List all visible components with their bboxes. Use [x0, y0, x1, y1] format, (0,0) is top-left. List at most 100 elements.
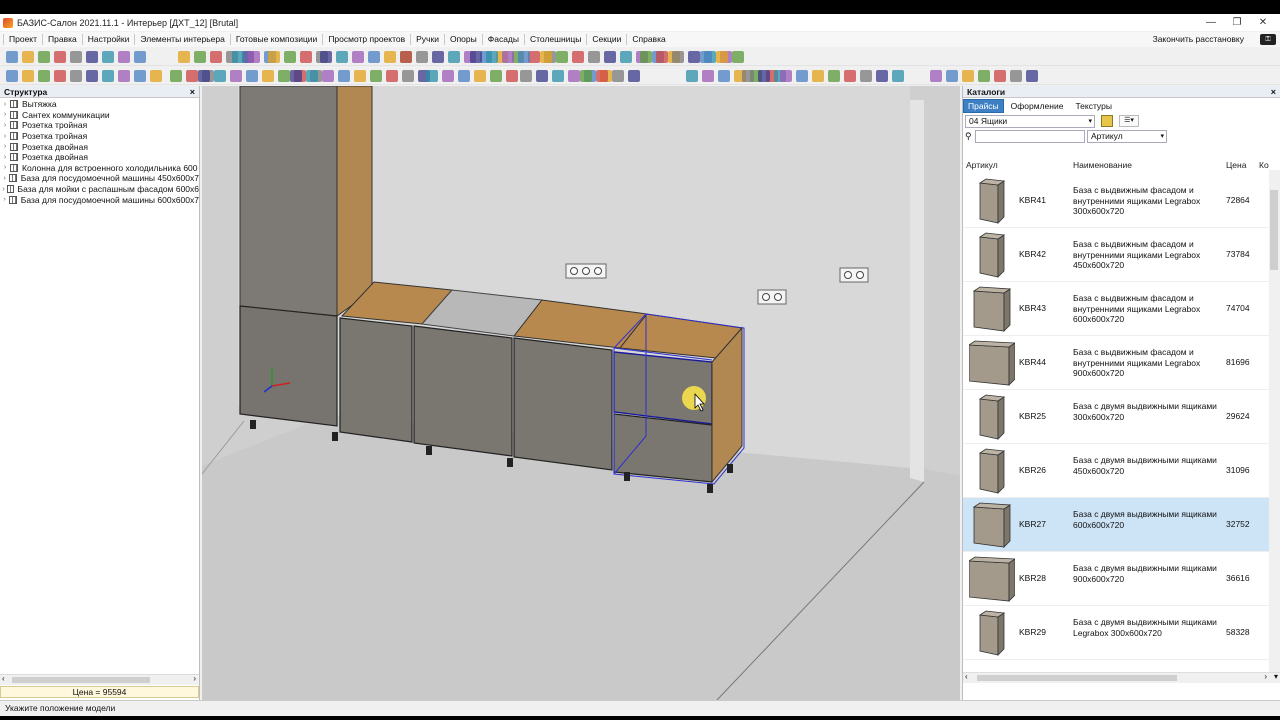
base-cabinet-1-door[interactable] — [339, 317, 413, 443]
toolbar-button-icon[interactable] — [994, 70, 1006, 82]
toolbar-button-icon[interactable] — [214, 70, 226, 82]
toolbar-button-icon[interactable] — [186, 70, 198, 82]
toolbar-button-icon[interactable] — [230, 70, 242, 82]
scroll-left-icon[interactable]: ‹ — [965, 672, 968, 681]
catalog-vertical-scrollbar[interactable] — [1269, 170, 1280, 680]
tree-item[interactable]: › База для посудомоечной машины 450x600x7 — [0, 173, 199, 184]
menu-view-projects[interactable]: Просмотр проектов — [323, 32, 410, 47]
toolbar-button-icon[interactable] — [354, 70, 366, 82]
scroll-thumb[interactable] — [1270, 190, 1278, 270]
toolbar-button-icon[interactable] — [812, 70, 824, 82]
catalog-row[interactable]: KBR25 База с двумя выдвижными ящиками 300… — [963, 390, 1269, 444]
expand-icon[interactable]: › — [0, 111, 10, 118]
toolbar-button-icon[interactable] — [338, 70, 350, 82]
toolbar-button-icon[interactable] — [284, 51, 296, 63]
toolbar-button-icon[interactable] — [470, 51, 482, 63]
toolbar-button-icon[interactable] — [352, 51, 364, 63]
toolbar-button-icon[interactable] — [278, 70, 290, 82]
toolbar-button-icon[interactable] — [556, 51, 568, 63]
structure-close-button[interactable]: × — [190, 86, 195, 98]
toolbar-button-icon[interactable] — [520, 70, 532, 82]
toolbar-button-icon[interactable] — [426, 70, 438, 82]
toolbar-button-icon[interactable] — [596, 70, 608, 82]
toolbar-button-icon[interactable] — [416, 51, 428, 63]
toolbar-button-icon[interactable] — [702, 70, 714, 82]
3d-viewport[interactable] — [202, 86, 960, 700]
toolbar-button-icon[interactable] — [118, 70, 130, 82]
toolbar-button-icon[interactable] — [962, 70, 974, 82]
toolbar-button-icon[interactable] — [946, 70, 958, 82]
drawer-bottom-front[interactable] — [613, 413, 713, 483]
toolbar-button-icon[interactable] — [458, 70, 470, 82]
toolbar-button-icon[interactable] — [336, 51, 348, 63]
toolbar-button-icon[interactable] — [370, 70, 382, 82]
scroll-thumb[interactable] — [12, 677, 150, 683]
toolbar-button-icon[interactable] — [210, 51, 222, 63]
toolbar-button-icon[interactable] — [134, 51, 146, 63]
toolbar-button-icon[interactable] — [686, 70, 698, 82]
toolbar-button-icon[interactable] — [268, 51, 280, 63]
toolbar-button-icon[interactable] — [716, 51, 728, 63]
toolbar-button-icon[interactable] — [742, 70, 754, 82]
menu-ready-compositions[interactable]: Готовые композиции — [231, 32, 322, 47]
toolbar-button-icon[interactable] — [620, 51, 632, 63]
scroll-thumb[interactable] — [977, 675, 1177, 681]
toolbar-button-icon[interactable] — [604, 51, 616, 63]
column-header-qty[interactable]: Ко — [1259, 160, 1269, 170]
toolbar-button-icon[interactable] — [474, 70, 486, 82]
toolbar-button-icon[interactable] — [486, 51, 498, 63]
tab-prices[interactable]: Прайсы — [963, 99, 1004, 113]
tree-item[interactable]: › Розетка тройная — [0, 131, 199, 142]
toolbar-button-icon[interactable] — [386, 70, 398, 82]
toolbar-button-icon[interactable] — [384, 51, 396, 63]
catalog-horizontal-scrollbar[interactable]: ‹ › ▾ — [963, 672, 1280, 683]
toolbar-button-icon[interactable] — [306, 70, 318, 82]
toolbar-button-icon[interactable] — [22, 70, 34, 82]
toolbar-button-icon[interactable] — [54, 51, 66, 63]
menu-interior-elements[interactable]: Элементы интерьера — [135, 32, 229, 47]
menu-project[interactable]: Проект — [4, 32, 42, 47]
tree-item[interactable]: › Розетка двойная — [0, 152, 199, 163]
expand-icon[interactable]: › — [0, 186, 7, 193]
scroll-right-icon[interactable]: › — [193, 674, 196, 683]
toolbar-button-icon[interactable] — [246, 70, 258, 82]
toolbar-button-icon[interactable] — [86, 51, 98, 63]
menu-help[interactable]: Справка — [627, 32, 670, 47]
toolbar-button-icon[interactable] — [580, 70, 592, 82]
catalog-row[interactable]: KBR27 База с двумя выдвижными ящиками 600… — [963, 498, 1269, 552]
scroll-right-icon[interactable]: › — [1264, 672, 1267, 681]
toolbar-button-icon[interactable] — [656, 51, 668, 63]
toolbar-button-icon[interactable] — [150, 70, 162, 82]
expand-icon[interactable]: › — [0, 101, 10, 108]
toolbar-button-icon[interactable] — [290, 70, 302, 82]
toolbar-button-icon[interactable] — [892, 70, 904, 82]
tree-item[interactable]: › Вытяжка — [0, 99, 199, 110]
base-cabinet-2-door[interactable] — [413, 325, 513, 457]
toolbar-button-icon[interactable] — [518, 51, 530, 63]
toolbar-button-icon[interactable] — [780, 70, 792, 82]
socket-triple[interactable] — [565, 263, 607, 279]
menu-sections[interactable]: Секции — [587, 32, 626, 47]
close-window-button[interactable]: ✕ — [1250, 15, 1276, 30]
toolbar-button-icon[interactable] — [568, 70, 580, 82]
toolbar-button-icon[interactable] — [432, 51, 444, 63]
toolbar-button-icon[interactable] — [102, 51, 114, 63]
catalog-row[interactable]: KBR43 База с выдвижным фасадом и внутренн… — [963, 282, 1269, 336]
toolbar-button-icon[interactable] — [612, 70, 624, 82]
toolbar-button-icon[interactable] — [700, 51, 712, 63]
toolbar-button-icon[interactable] — [448, 51, 460, 63]
tree-item[interactable]: › Розетка двойная — [0, 141, 199, 152]
toolbar-button-icon[interactable] — [628, 70, 640, 82]
scene-svg[interactable] — [202, 86, 960, 700]
finish-placement-button[interactable]: Закончить расстановку — [1153, 32, 1244, 47]
structure-horizontal-scrollbar[interactable]: ‹ › — [0, 674, 199, 685]
expand-icon[interactable]: › — [0, 122, 10, 129]
expand-icon[interactable]: › — [0, 164, 10, 171]
tab-textures[interactable]: Текстуры — [1070, 99, 1117, 113]
toolbar-button-icon[interactable] — [1026, 70, 1038, 82]
toolbar-button-icon[interactable] — [22, 51, 34, 63]
toolbar-button-icon[interactable] — [506, 70, 518, 82]
toolbar-button-icon[interactable] — [930, 70, 942, 82]
toolbar-button-icon[interactable] — [70, 51, 82, 63]
toolbar-button-icon[interactable] — [262, 70, 274, 82]
